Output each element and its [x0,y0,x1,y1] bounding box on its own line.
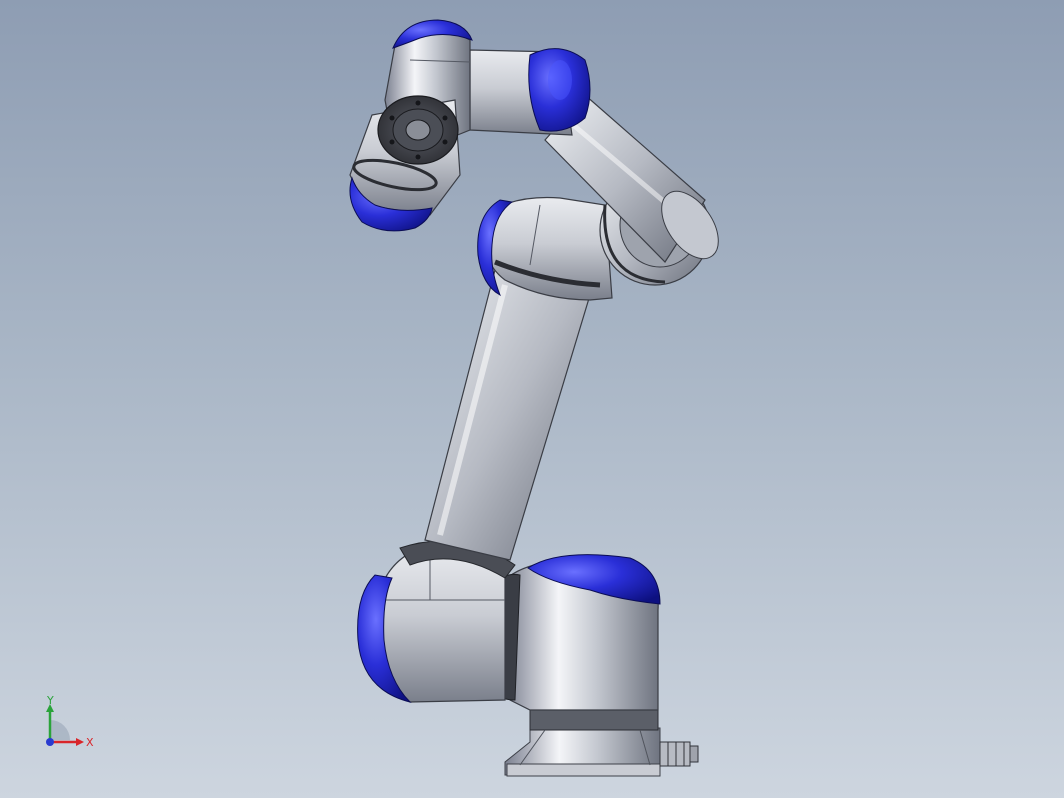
x-axis-label: X [86,736,94,749]
cad-viewport[interactable]: Y X [0,0,1064,798]
base-connector [659,741,699,767]
shoulder-joint [357,540,661,711]
z-axis-dot-icon [46,738,54,746]
tool-flange [377,95,459,165]
wrist-3-joint [349,95,461,232]
wrist-1-joint [454,48,591,136]
robot-arm-model[interactable] [0,0,1064,798]
y-axis-label: Y [46,696,54,707]
base-assembly [504,709,699,777]
triad-plane-icon [50,720,70,740]
axis-triad: Y X [46,696,94,749]
upper-arm-link [424,269,591,561]
